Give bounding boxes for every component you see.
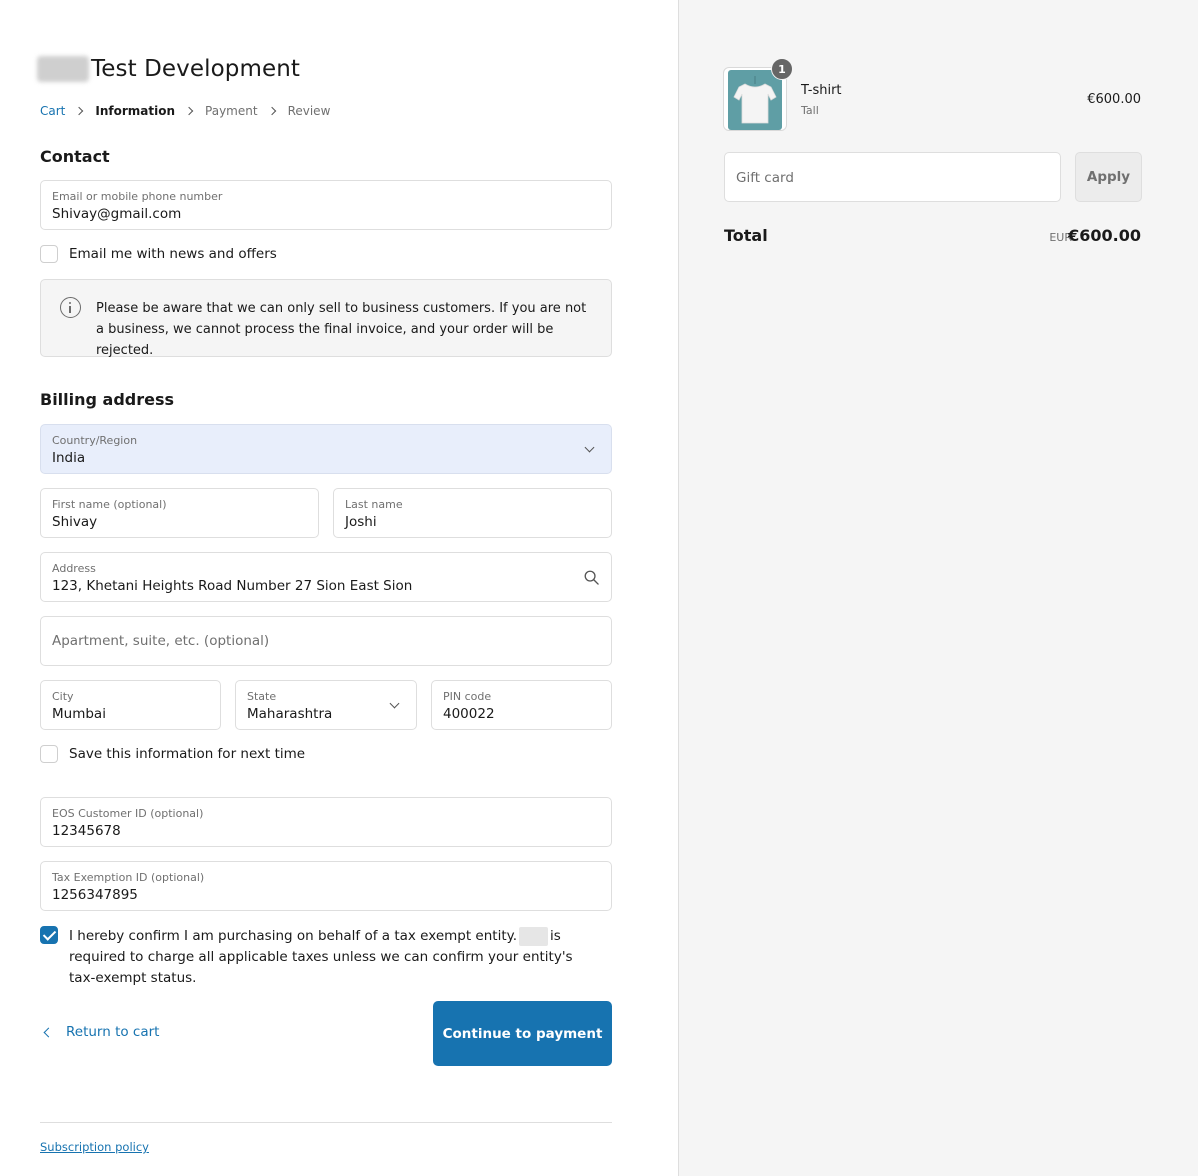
gift-card-placeholder: Gift card [736, 170, 794, 186]
shop-logo-redacted [37, 56, 89, 82]
tax-exemption-id-field[interactable]: Tax Exemption ID (optional) 1256347895 [40, 861, 612, 911]
gift-card-input[interactable]: Gift card [724, 152, 1061, 202]
breadcrumb-cart[interactable]: Cart [40, 104, 65, 118]
state-select[interactable]: State Maharashtra [235, 680, 417, 730]
notice-text: Please be aware that we can only sell to… [96, 301, 587, 358]
tax-exempt-confirm-checkbox[interactable] [40, 926, 58, 944]
address-field[interactable]: Address 123, Khetani Heights Road Number… [40, 552, 612, 602]
pin-code-field[interactable]: PIN code 400022 [431, 680, 612, 730]
last-name-field[interactable]: Last name Joshi [333, 488, 612, 538]
breadcrumb: Cart Information Payment Review [40, 104, 330, 118]
first-name-value: Shivay [52, 514, 98, 530]
product-variant: Tall [801, 104, 819, 117]
return-to-cart-link[interactable]: Return to cart [40, 1024, 159, 1040]
first-name-label: First name (optional) [52, 498, 167, 511]
tax-exempt-confirm-row[interactable]: I hereby confirm I am purchasing on beha… [40, 926, 599, 989]
address-label: Address [52, 562, 96, 575]
address-value: 123, Khetani Heights Road Number 27 Sion… [52, 578, 413, 594]
breadcrumb-review: Review [287, 104, 331, 118]
save-info-label: Save this information for next time [69, 746, 306, 762]
tshirt-icon [733, 76, 777, 124]
business-notice: Please be aware that we can only sell to… [40, 279, 612, 358]
total-label: Total [724, 226, 768, 245]
product-thumbnail: 1 [723, 58, 793, 131]
email-value: Shivay@gmail.com [52, 206, 182, 222]
save-info-checkbox-row[interactable]: Save this information for next time [40, 745, 305, 764]
chevron-down-icon [584, 442, 595, 453]
redacted-shop-name [519, 926, 548, 946]
email-label: Email or mobile phone number [52, 190, 223, 203]
chevron-down-icon [389, 698, 400, 709]
subscription-policy-link[interactable]: Subscription policy [40, 1140, 149, 1154]
eos-customer-id-field[interactable]: EOS Customer ID (optional) 12345678 [40, 797, 612, 847]
pin-code-label: PIN code [443, 690, 492, 703]
city-value: Mumbai [52, 706, 106, 722]
apartment-placeholder: Apartment, suite, etc. (optional) [52, 633, 270, 649]
first-name-field[interactable]: First name (optional) Shivay [40, 488, 319, 538]
breadcrumb-information: Information [95, 104, 176, 118]
news-checkbox[interactable] [40, 245, 58, 263]
checkout-main: Test Development Cart Information Paymen… [0, 0, 678, 1176]
shop-name: Test Development [91, 56, 301, 82]
contact-heading: Contact [40, 147, 110, 166]
chevron-right-icon [75, 106, 84, 116]
footer-divider [40, 1122, 612, 1123]
return-to-cart-label: Return to cart [66, 1024, 160, 1040]
pin-code-value: 400022 [443, 706, 495, 722]
news-checkbox-row[interactable]: Email me with news and offers [40, 245, 277, 264]
chevron-right-icon [184, 106, 194, 116]
total-value: €600.00 [1068, 226, 1141, 245]
last-name-value: Joshi [345, 514, 377, 530]
search-icon[interactable] [584, 570, 599, 585]
country-value: India [52, 450, 86, 466]
confirm-text-part1: I hereby confirm I am purchasing on beha… [69, 928, 517, 944]
city-label: City [52, 690, 74, 703]
apartment-field[interactable]: Apartment, suite, etc. (optional) [40, 616, 612, 666]
email-field[interactable]: Email or mobile phone number Shivay@gmai… [40, 180, 612, 230]
product-image [728, 70, 782, 130]
state-value: Maharashtra [247, 706, 333, 722]
last-name-label: Last name [345, 498, 403, 511]
eos-customer-id-label: EOS Customer ID (optional) [52, 807, 204, 820]
country-select[interactable]: Country/Region India [40, 424, 612, 474]
continue-to-payment-button[interactable]: Continue to payment [433, 1001, 612, 1066]
tax-exempt-confirm-text: I hereby confirm I am purchasing on beha… [69, 926, 599, 989]
state-label: State [247, 690, 277, 703]
breadcrumb-payment: Payment [205, 104, 258, 118]
eos-customer-id-value: 12345678 [52, 823, 121, 839]
order-summary: 1 T-shirt Tall €600.00 Gift card Apply T… [678, 0, 1198, 1176]
shop-header: Test Development [37, 56, 300, 82]
tax-exemption-id-label: Tax Exemption ID (optional) [52, 871, 205, 884]
quantity-badge: 1 [771, 58, 793, 80]
info-icon [60, 297, 81, 318]
product-price: €600.00 [1087, 92, 1141, 107]
chevron-left-icon [43, 1027, 54, 1037]
save-info-checkbox[interactable] [40, 745, 58, 763]
tax-exemption-id-value: 1256347895 [52, 887, 138, 903]
billing-heading: Billing address [40, 390, 175, 409]
city-field[interactable]: City Mumbai [40, 680, 221, 730]
country-label: Country/Region [52, 434, 138, 447]
apply-button[interactable]: Apply [1075, 152, 1142, 202]
product-name: T-shirt [801, 83, 842, 98]
news-checkbox-label: Email me with news and offers [69, 246, 277, 262]
chevron-right-icon [267, 106, 276, 116]
